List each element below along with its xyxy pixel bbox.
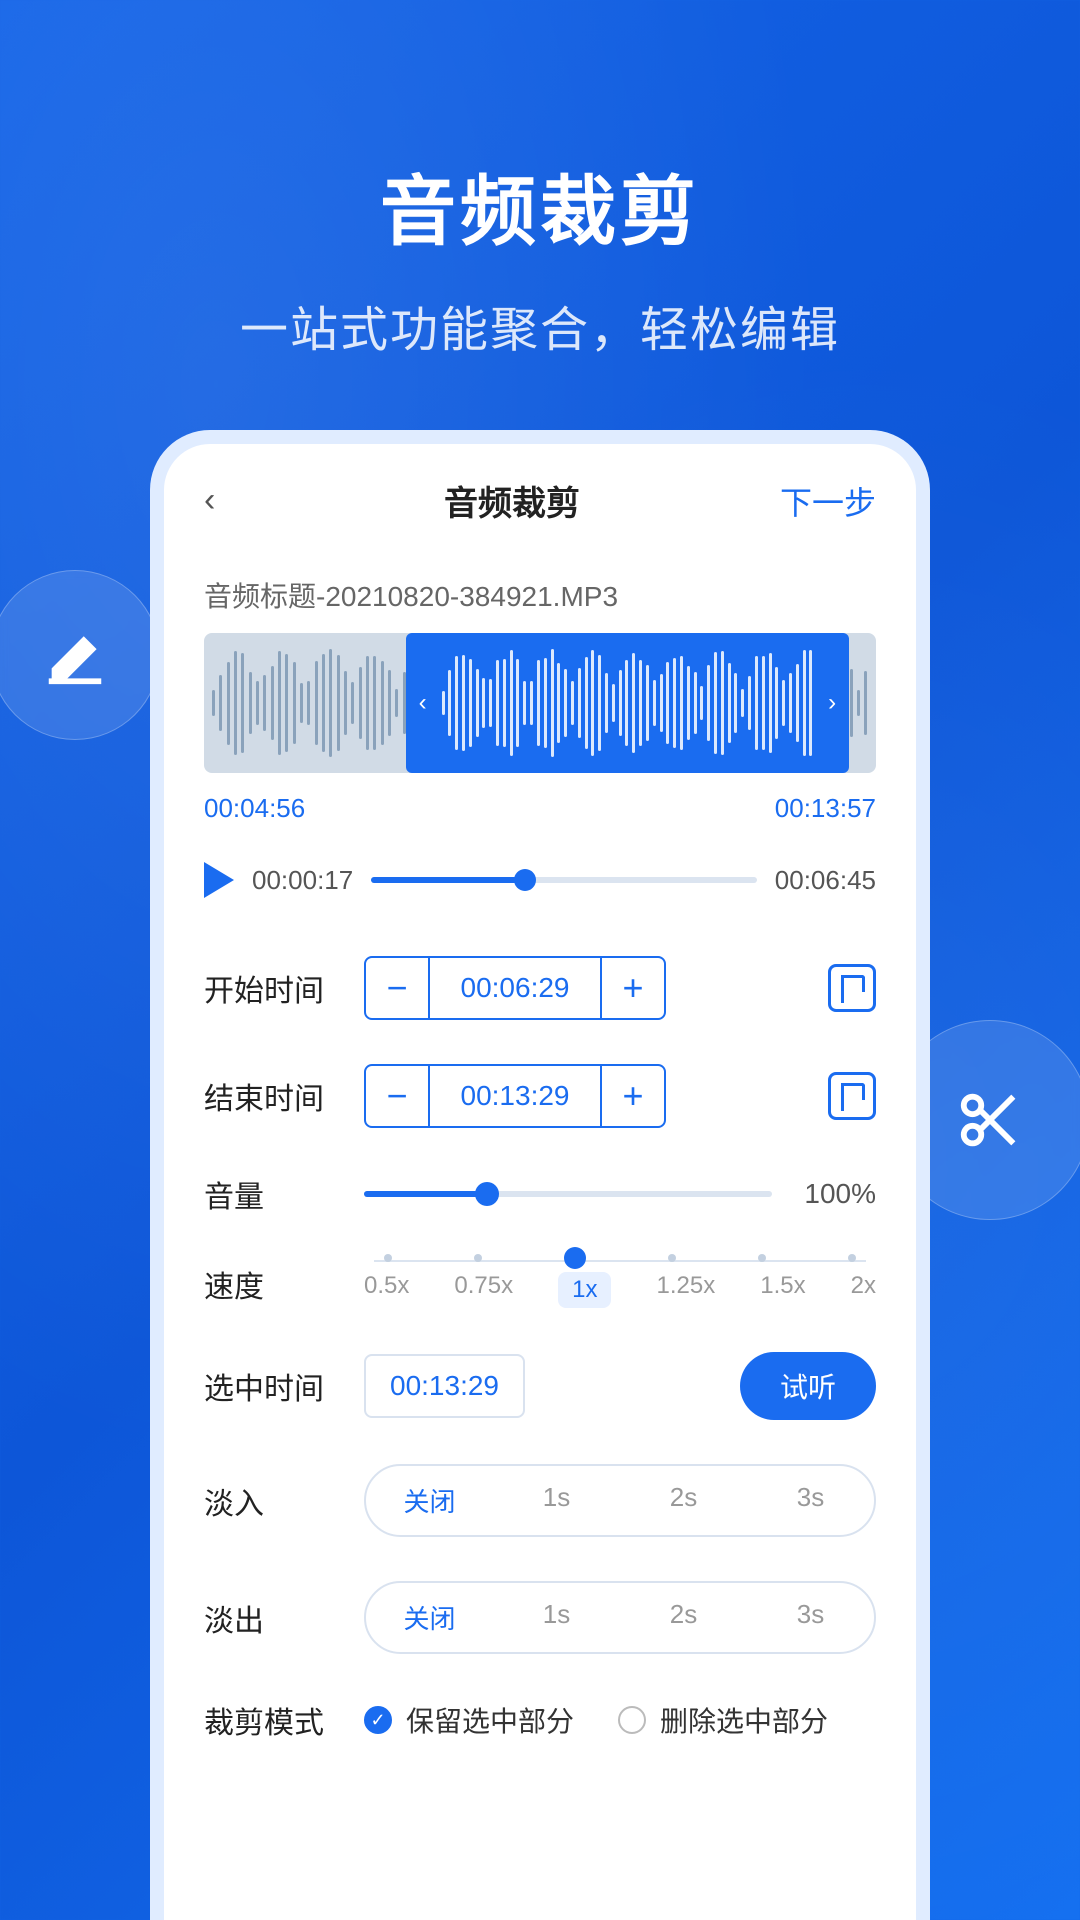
fade-in-segment: 关闭 1s 2s 3s [364,1464,876,1537]
fade-out-label: 淡出 [204,1596,344,1640]
mode-remove-radio[interactable] [618,1706,646,1734]
selection-timestamps: 00:04:56 00:13:57 [204,787,876,852]
end-time-row: 结束时间 − 00:13:29 + [204,1042,876,1150]
selected-time-label: 选中时间 [204,1364,344,1408]
end-plus-button[interactable]: + [600,1066,664,1126]
start-marker-icon[interactable] [828,964,876,1012]
selection-end: 00:13:57 [775,793,876,824]
fade-in-opt[interactable]: 关闭 [366,1466,493,1535]
hero-title: 音频裁剪 [0,150,1080,260]
fade-out-opt[interactable]: 3s [747,1583,874,1652]
player-track[interactable] [371,877,757,883]
player-total: 00:06:45 [775,865,876,896]
speed-opt[interactable]: 1.5x [760,1272,805,1308]
selected-time-value[interactable]: 00:13:29 [364,1354,525,1418]
start-time-stepper: − 00:06:29 + [364,956,666,1020]
fade-out-opt[interactable]: 关闭 [366,1583,493,1652]
speed-opt[interactable]: 2x [851,1272,876,1308]
speed-opt[interactable]: 0.5x [364,1272,409,1308]
fade-out-opt[interactable]: 1s [493,1583,620,1652]
hero: 音频裁剪 一站式功能聚合，轻松编辑 [0,0,1080,360]
volume-percent: 100% [804,1178,876,1210]
play-button[interactable] [204,862,234,898]
mode-keep-radio[interactable] [364,1706,392,1734]
hero-subtitle: 一站式功能聚合，轻松编辑 [0,290,1080,360]
navbar: ‹ 音频裁剪 下一步 [204,472,876,545]
mode-remove-label: 删除选中部分 [660,1700,828,1740]
start-value[interactable]: 00:06:29 [430,972,600,1004]
speed-opt[interactable]: 1.25x [657,1272,716,1308]
waveform[interactable]: ‹ › [204,633,876,773]
volume-slider[interactable] [364,1191,772,1197]
fade-in-row: 淡入 关闭 1s 2s 3s [204,1442,876,1559]
player-row: 00:00:17 00:06:45 [204,852,876,934]
start-minus-button[interactable]: − [366,958,430,1018]
end-value[interactable]: 00:13:29 [430,1080,600,1112]
fade-in-opt[interactable]: 2s [620,1466,747,1535]
next-button[interactable]: 下一步 [780,478,876,524]
start-time-row: 开始时间 − 00:06:29 + [204,934,876,1042]
mode-row: 裁剪模式 保留选中部分 删除选中部分 [204,1676,876,1764]
phone-mockup: ‹ 音频裁剪 下一步 音频标题-20210820-384921.MP3 ‹ › … [150,430,930,1920]
start-plus-button[interactable]: + [600,958,664,1018]
preview-button[interactable]: 试听 [740,1352,876,1420]
fade-out-opt[interactable]: 2s [620,1583,747,1652]
speed-label: 速度 [204,1262,344,1306]
end-minus-button[interactable]: − [366,1066,430,1126]
file-name: 音频标题-20210820-384921.MP3 [204,545,876,633]
end-marker-icon[interactable] [828,1072,876,1120]
selected-time-row: 选中时间 00:13:29 试听 [204,1330,876,1442]
end-time-stepper: − 00:13:29 + [364,1064,666,1128]
speed-opt-selected[interactable]: 1x [558,1272,611,1308]
mode-keep-label: 保留选中部分 [406,1700,574,1740]
waveform-selection[interactable]: ‹ › [406,633,850,773]
selection-start: 00:04:56 [204,793,305,824]
fade-in-opt[interactable]: 1s [493,1466,620,1535]
start-label: 开始时间 [204,966,344,1010]
selection-handle-right[interactable]: › [815,633,849,773]
speed-opt[interactable]: 0.75x [454,1272,513,1308]
back-button[interactable]: ‹ [204,481,244,520]
edit-float-icon [0,570,160,740]
speed-slider[interactable]: 0.5x 0.75x 1x 1.25x 1.5x 2x [364,1260,876,1308]
selection-handle-left[interactable]: ‹ [406,633,440,773]
fade-in-label: 淡入 [204,1479,344,1523]
mode-label: 裁剪模式 [204,1698,344,1742]
volume-row: 音量 100% [204,1150,876,1238]
volume-label: 音量 [204,1172,344,1216]
fade-out-row: 淡出 关闭 1s 2s 3s [204,1559,876,1676]
player-position: 00:00:17 [252,865,353,896]
fade-in-opt[interactable]: 3s [747,1466,874,1535]
fade-out-segment: 关闭 1s 2s 3s [364,1581,876,1654]
end-label: 结束时间 [204,1074,344,1118]
nav-title: 音频裁剪 [444,476,580,525]
speed-row: 速度 0.5x 0.75x 1x 1.25x 1.5x 2x [204,1238,876,1330]
